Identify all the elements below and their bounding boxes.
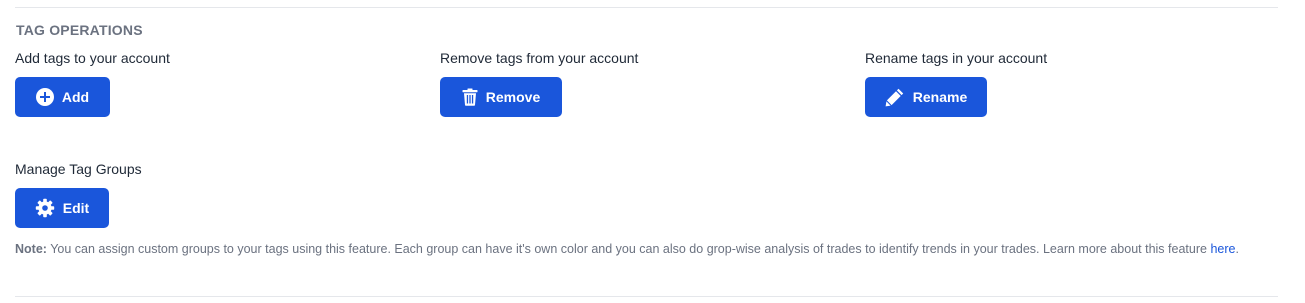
section-title: TAG OPERATIONS xyxy=(16,22,143,38)
remove-button[interactable]: Remove xyxy=(440,77,562,117)
remove-tags-group: Remove tags from your account Remove xyxy=(440,49,638,117)
add-button-label: Add xyxy=(61,89,90,105)
note-suffix: . xyxy=(1235,242,1239,256)
trash-icon xyxy=(462,88,478,106)
rename-tags-label: Rename tags in your account xyxy=(865,50,1048,66)
note-text: Note: You can assign custom groups to yo… xyxy=(15,238,1285,260)
remove-tags-label: Remove tags from your account xyxy=(440,50,639,66)
remove-button-label: Remove xyxy=(485,89,541,105)
top-divider xyxy=(15,7,1278,8)
add-tags-label: Add tags to your account xyxy=(15,50,170,66)
add-tags-group: Add tags to your account Add xyxy=(15,49,170,117)
bottom-divider xyxy=(15,296,1278,297)
edit-button-label: Edit xyxy=(62,200,90,216)
note-prefix: Note: xyxy=(15,242,47,256)
gear-icon xyxy=(35,198,55,218)
edit-button[interactable]: Edit xyxy=(15,188,109,228)
manage-tag-groups-group: Manage Tag Groups Edit xyxy=(15,160,142,228)
add-button[interactable]: Add xyxy=(15,77,110,117)
rename-button[interactable]: Rename xyxy=(865,77,987,117)
plus-circle-icon xyxy=(35,88,54,106)
learn-more-link[interactable]: here xyxy=(1210,242,1235,256)
pencil-icon xyxy=(885,87,905,107)
rename-button-label: Rename xyxy=(912,89,968,105)
rename-tags-group: Rename tags in your account Rename xyxy=(865,49,1047,117)
manage-tag-groups-label: Manage Tag Groups xyxy=(15,161,142,177)
note-body: You can assign custom groups to your tag… xyxy=(46,242,1211,256)
